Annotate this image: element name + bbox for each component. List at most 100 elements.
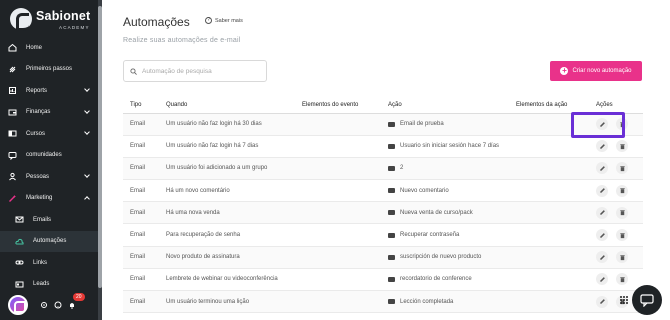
cell-elementos-evento	[295, 290, 381, 314]
mail-icon	[14, 215, 24, 225]
cell-acoes	[589, 223, 643, 247]
cell-elementos-acao	[509, 201, 589, 225]
edit-button[interactable]	[596, 162, 608, 175]
chart-icon	[7, 86, 17, 96]
col-quando: Quando	[159, 97, 295, 114]
cell-acoes	[589, 268, 643, 292]
sidebar-item-automacoes[interactable]: Automações	[0, 230, 98, 252]
create-automation-button[interactable]: + Criar novo automação	[550, 61, 642, 81]
cell-acao-label: Recuperar contraseña	[400, 232, 460, 239]
delete-button[interactable]	[616, 251, 628, 264]
sidebar-item-label: Marketing	[26, 195, 53, 202]
edit-button[interactable]	[596, 140, 608, 153]
question-icon[interactable]	[54, 301, 62, 309]
col-elementos-evento: Elementos do evento	[295, 97, 381, 114]
edit-button[interactable]	[596, 206, 608, 219]
cell-acoes	[589, 246, 643, 269]
delete-button[interactable]	[616, 273, 628, 286]
envelope-icon	[388, 188, 395, 194]
envelope-icon	[388, 165, 395, 171]
table-row: Email Para recuperação de senha Recuperar …	[123, 223, 643, 247]
cell-acao: 2	[381, 157, 509, 181]
cell-elementos-acao	[509, 157, 589, 181]
cell-quando: Um usuário terminou uma lição	[159, 290, 295, 314]
edit-button[interactable]	[596, 184, 608, 197]
cell-elementos-acao	[509, 290, 589, 314]
cell-elementos-evento	[295, 223, 381, 247]
col-elementos-acao: Elementos da ação	[509, 97, 589, 114]
sidebar-item-comunidades[interactable]: comunidades	[0, 145, 98, 167]
pencil-icon	[599, 188, 605, 193]
chevron-down-icon[interactable]	[84, 172, 90, 178]
col-acoes: Ações	[589, 97, 643, 114]
cell-acao: Nuevo comentario	[381, 179, 509, 203]
table-row: Email Há uma nova venda Nueva venta de cur…	[123, 201, 643, 225]
edit-button[interactable]	[596, 273, 608, 286]
sidebar-item-reports[interactable]: Reports	[0, 80, 98, 102]
sidebar-item-label: Home	[26, 44, 43, 51]
trash-icon	[619, 210, 625, 216]
bell-icon[interactable]	[68, 301, 76, 309]
sidebar-item-label: comunidades	[26, 152, 62, 159]
envelope-icon	[388, 143, 395, 149]
delete-button[interactable]	[616, 184, 628, 197]
search-box[interactable]	[123, 60, 267, 82]
brand-logo[interactable]: Sabionet ACADEMY	[10, 8, 98, 32]
table-row: Email Lembrete de webinar ou videoconferê…	[123, 268, 643, 292]
sidebar-item-label: Links	[33, 259, 48, 266]
envelope-icon	[388, 210, 395, 216]
trash-icon	[619, 166, 625, 172]
delete-button[interactable]	[616, 140, 628, 153]
cell-tipo: Email	[123, 246, 159, 269]
cell-acoes	[589, 157, 643, 181]
avatar[interactable]	[8, 295, 28, 315]
sidebar-item-home[interactable]: Home	[0, 37, 98, 59]
trash-icon	[619, 255, 625, 260]
page-title: Automações	[123, 15, 190, 29]
delete-button[interactable]	[616, 229, 628, 242]
edit-button[interactable]	[596, 229, 608, 242]
sidebar-item-cursos[interactable]: Cursos	[0, 123, 98, 145]
sidebar-item-label: Reports	[26, 87, 48, 94]
pencil-icon	[599, 254, 605, 260]
cell-quando: Para recuperação de senha	[159, 223, 295, 247]
cell-elementos-evento	[295, 179, 381, 203]
chevron-up-icon[interactable]	[84, 195, 90, 202]
edit-button[interactable]	[596, 295, 608, 308]
cell-tipo: Email	[123, 157, 159, 181]
cell-elementos-acao	[509, 223, 589, 247]
sidebar-item-pessoas[interactable]: Pessoas	[0, 166, 98, 188]
chat-widget-button[interactable]	[632, 285, 662, 315]
envelope-icon	[388, 232, 395, 238]
cell-acao: Nueva venta de curso/pack	[381, 201, 509, 225]
cell-acao-label: recordatorio de conference	[400, 276, 472, 283]
apps-grid-icon[interactable]	[620, 296, 628, 304]
search-input[interactable]	[142, 67, 262, 75]
envelope-icon	[388, 254, 395, 260]
cell-acao-label: Nueva venta de curso/pack	[400, 209, 473, 216]
edit-button[interactable]	[596, 251, 608, 264]
chevron-down-icon[interactable]	[84, 86, 90, 92]
sidebar-item-marketing[interactable]: Marketing	[0, 188, 98, 210]
cell-tipo: Email	[123, 290, 159, 314]
cell-acao: Recuperar contraseña	[381, 223, 509, 247]
saber-mais-link[interactable]: ? Saber mais	[205, 17, 243, 24]
chevron-down-icon[interactable]	[84, 107, 90, 114]
cell-elementos-evento	[295, 157, 381, 181]
cell-quando: Um usuário não faz login há 7 dias	[159, 135, 295, 158]
sidebar-item-emails[interactable]: Emails	[0, 209, 98, 231]
sidebar-item-primeiros-passos[interactable]: Primeiros passos	[0, 59, 98, 81]
cell-elementos-evento	[295, 135, 381, 158]
table-row: Email Há um novo comentário Nuevo comentar…	[123, 179, 643, 203]
sidebar-item-financas[interactable]: Finanças	[0, 102, 98, 124]
delete-button[interactable]	[616, 206, 628, 219]
delete-button[interactable]	[616, 162, 628, 175]
cell-elementos-evento	[295, 268, 381, 292]
chevron-down-icon[interactable]	[84, 129, 90, 135]
settings-icon[interactable]	[40, 301, 48, 309]
sidebar-item-label: Automações	[33, 238, 67, 245]
cell-acao-label: Lección completada	[400, 298, 454, 305]
sidebar-item-links[interactable]: Links	[0, 252, 98, 274]
envelope-icon	[388, 299, 395, 305]
course-icon	[7, 129, 17, 139]
